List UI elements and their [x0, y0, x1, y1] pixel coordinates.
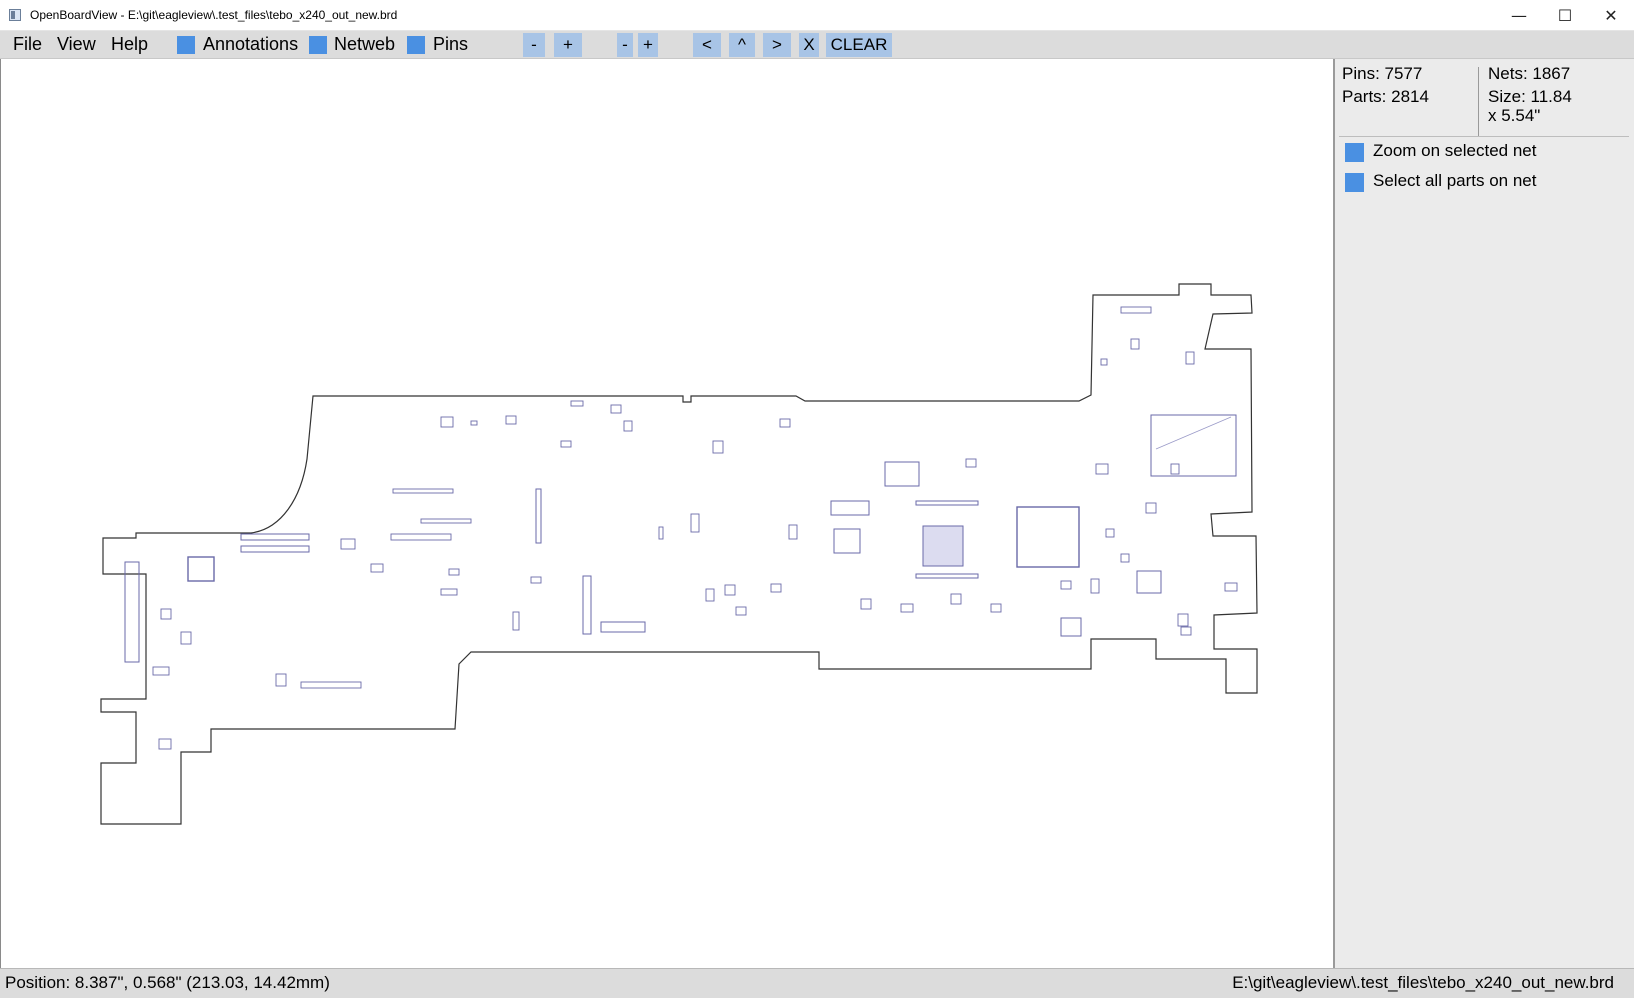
menu-file[interactable]: File — [13, 34, 42, 55]
chip-a — [884, 461, 920, 487]
clear-button[interactable]: CLEAR — [826, 33, 892, 57]
cursor-position: Position: 8.387", 0.568" (213.03, 14.42m… — [5, 973, 330, 992]
maximize-button[interactable]: ☐ — [1542, 0, 1588, 31]
connector-4 — [582, 575, 592, 635]
info-divider — [1478, 67, 1479, 136]
select-all-parts-label[interactable]: Select all parts on net — [1373, 171, 1536, 191]
info-panel: Pins: 7577 Parts: 2814 Nets: 1867 Size: … — [1333, 59, 1634, 968]
minimize-button[interactable]: — — [1496, 0, 1542, 31]
window-title: OpenBoardView - E:\git\eagleview\.test_f… — [30, 8, 398, 22]
pch-chip — [922, 525, 964, 567]
file-path: E:\git\eagleview\.test_files\tebo_x240_o… — [1232, 973, 1614, 992]
pins-count: Pins: 7577 — [1342, 64, 1423, 83]
menu-bar: File View Help Annotations Netweb Pins -… — [0, 31, 1634, 59]
chip-e — [1060, 617, 1082, 637]
close-x-button[interactable]: X — [799, 33, 819, 57]
connector-8 — [915, 573, 979, 579]
zoom-on-selected-net-checkbox[interactable] — [1345, 143, 1364, 162]
chip-d — [1136, 570, 1162, 594]
select-all-parts-checkbox[interactable] — [1345, 173, 1364, 192]
netweb-checkbox[interactable] — [309, 36, 327, 54]
connector-1 — [240, 533, 310, 541]
board-canvas[interactable] — [0, 59, 1333, 968]
nets-count: Nets: 1867 — [1488, 64, 1571, 83]
annotations-checkbox[interactable] — [177, 36, 195, 54]
window-titlebar: OpenBoardView - E:\git\eagleview\.test_f… — [0, 0, 1634, 31]
rotate-plus-button[interactable]: + — [638, 33, 658, 57]
status-bar: Position: 8.387", 0.568" (213.03, 14.42m… — [0, 968, 1634, 998]
chip-b — [830, 500, 870, 516]
zoom-out-button[interactable]: - — [523, 33, 545, 57]
cpu-chip — [1016, 506, 1080, 568]
board-drawing[interactable] — [1, 59, 1334, 968]
rotate-minus-button[interactable]: - — [617, 33, 633, 57]
pins-checkbox[interactable] — [407, 36, 425, 54]
zoom-in-button[interactable]: + — [554, 33, 582, 57]
zoom-on-selected-net-label[interactable]: Zoom on selected net — [1373, 141, 1536, 161]
pan-left-button[interactable]: < — [693, 33, 721, 57]
chip-c — [833, 528, 861, 554]
connector-5 — [600, 621, 646, 633]
connector-7 — [915, 500, 979, 506]
menu-view[interactable]: View — [57, 34, 96, 55]
pan-right-button[interactable]: > — [763, 33, 791, 57]
close-button[interactable]: ✕ — [1588, 0, 1634, 31]
board-size-y: x 5.54" — [1488, 106, 1541, 125]
panel-separator — [1339, 136, 1629, 137]
pan-up-button[interactable]: ^ — [729, 33, 755, 57]
connector-3 — [124, 561, 140, 663]
pins-label[interactable]: Pins — [433, 34, 468, 55]
ic-block-top-right-diag — [1155, 416, 1232, 450]
board-outline — [100, 283, 1258, 825]
small-components — [152, 306, 1238, 750]
chip-f — [187, 556, 215, 582]
annotations-label[interactable]: Annotations — [203, 34, 298, 55]
connector-6 — [535, 488, 542, 544]
parts-count: Parts: 2814 — [1342, 87, 1429, 106]
netweb-label[interactable]: Netweb — [334, 34, 395, 55]
connector-2 — [240, 545, 310, 553]
board-size: Size: 11.84 — [1488, 87, 1572, 106]
menu-help[interactable]: Help — [111, 34, 148, 55]
app-icon — [9, 9, 21, 21]
